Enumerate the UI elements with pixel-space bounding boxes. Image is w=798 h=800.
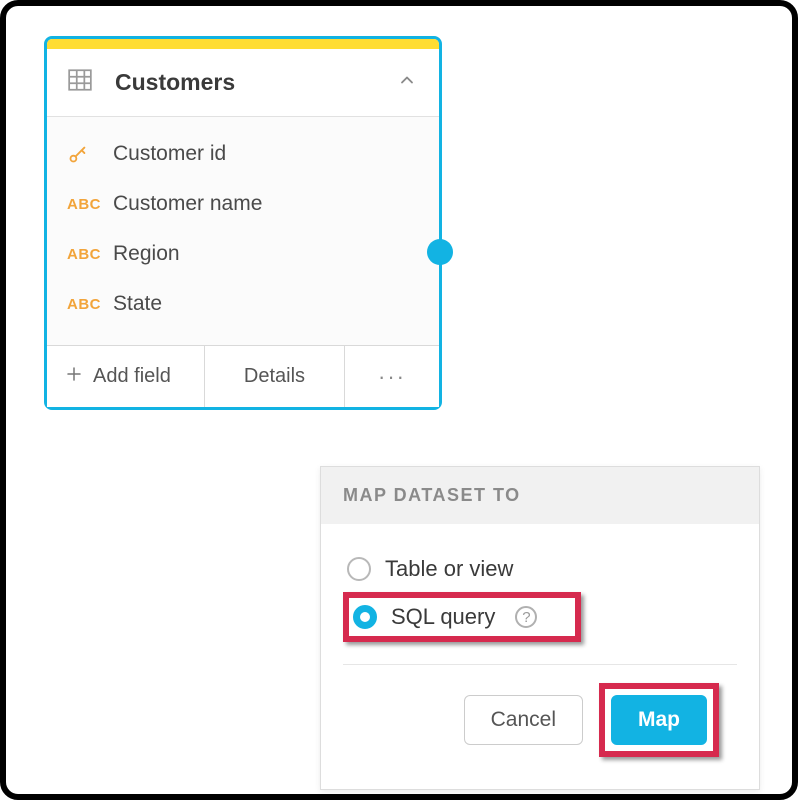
text-type-icon: ABC <box>67 196 113 213</box>
chevron-up-icon[interactable] <box>397 70 417 95</box>
field-row[interactable]: ABC State <box>47 279 439 329</box>
add-field-button[interactable]: Add field <box>47 346 205 407</box>
radio-label: SQL query <box>391 604 495 630</box>
details-button[interactable]: Details <box>205 346 345 407</box>
radio-option-sql-query[interactable]: SQL query ? <box>351 600 539 634</box>
field-label: Customer id <box>113 142 226 166</box>
radio-icon <box>353 605 377 629</box>
card-footer: Add field Details ··· <box>47 345 439 407</box>
text-type-icon: ABC <box>67 296 113 313</box>
popover-footer: Cancel Map <box>343 683 737 779</box>
app-frame: Customers Customer id ABC <box>0 0 798 800</box>
field-list: Customer id ABC Customer name ABC Region… <box>47 117 439 345</box>
more-actions-button[interactable]: ··· <box>345 346 439 407</box>
field-row[interactable]: Customer id <box>47 129 439 179</box>
field-row[interactable]: ABC Customer name <box>47 179 439 229</box>
field-row[interactable]: ABC Region <box>47 229 439 279</box>
plus-icon <box>65 365 83 389</box>
map-dataset-popover: MAP DATASET TO Table or view SQL query ?… <box>320 466 760 790</box>
radio-label: Table or view <box>385 556 513 582</box>
cancel-button[interactable]: Cancel <box>464 695 583 745</box>
annotation-highlight: SQL query ? <box>343 592 581 642</box>
card-header[interactable]: Customers <box>47 49 439 117</box>
dataset-card: Customers Customer id ABC <box>44 36 442 410</box>
field-label: State <box>113 292 162 316</box>
popover-body: Table or view SQL query ? Cancel Map <box>321 524 759 789</box>
popover-title: MAP DATASET TO <box>321 467 759 524</box>
help-icon[interactable]: ? <box>515 606 537 628</box>
card-title: Customers <box>115 69 397 96</box>
details-label: Details <box>244 365 305 388</box>
radio-option-table-or-view[interactable]: Table or view <box>343 550 737 588</box>
divider <box>343 664 737 665</box>
text-type-icon: ABC <box>67 246 113 263</box>
annotation-highlight: Map <box>599 683 719 757</box>
map-button[interactable]: Map <box>611 695 707 745</box>
radio-icon <box>347 557 371 581</box>
field-label: Customer name <box>113 192 262 216</box>
card-accent-stripe <box>47 39 439 49</box>
connector-handle[interactable] <box>427 239 453 265</box>
ellipsis-icon: ··· <box>378 364 406 390</box>
field-label: Region <box>113 242 180 266</box>
add-field-label: Add field <box>93 365 171 388</box>
key-icon <box>67 143 113 165</box>
table-icon <box>67 67 93 98</box>
